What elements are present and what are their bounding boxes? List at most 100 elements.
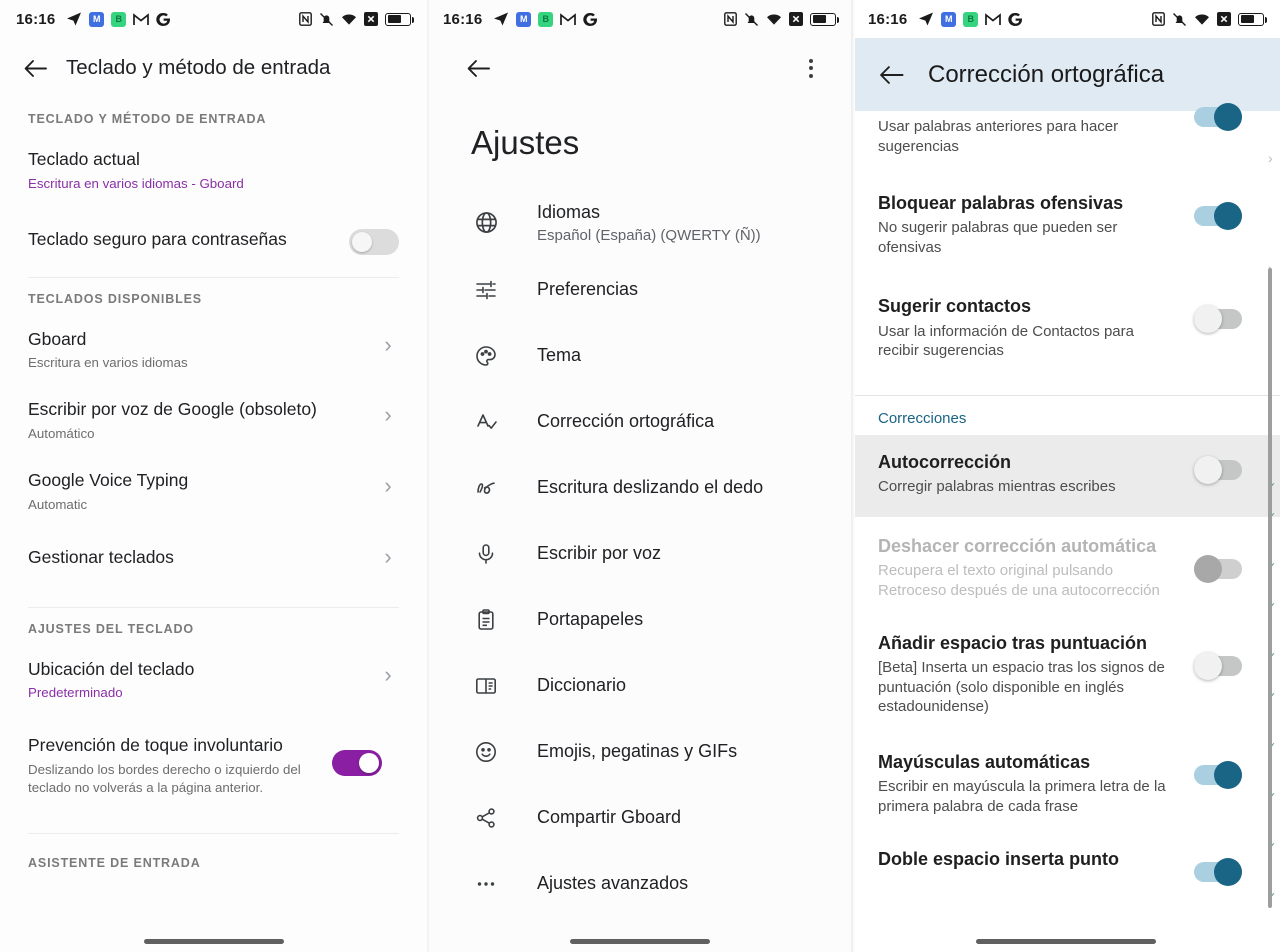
chevron-right-icon: › — [384, 402, 392, 428]
menu-item-label: Preferencias — [537, 279, 639, 300]
row-anadir-espacio-tras-puntuacion[interactable]: Añadir espacio tras puntuación [Beta] In… — [852, 616, 1280, 733]
gesture-nav-bar-1[interactable] — [0, 939, 427, 944]
menu-item-compartir-gboard[interactable]: Compartir Gboard — [427, 785, 852, 851]
palette-icon — [471, 341, 501, 371]
app-blue-icon: M — [941, 11, 957, 27]
row-subtitle: No sugerir palabras que pueden ser ofens… — [878, 219, 1118, 256]
row-google-voice-typing[interactable]: Google Voice Typing Automatic › — [0, 457, 427, 528]
app-blue-icon: M — [89, 11, 105, 27]
row-title: Gestionar teclados — [28, 546, 174, 567]
gmail-icon — [133, 12, 150, 26]
row-teclado-actual[interactable]: Teclado actual Escritura en varios idiom… — [0, 136, 427, 207]
menu-item-ajustes-avanzados[interactable]: Ajustes avanzados — [427, 851, 852, 917]
row-ubicacion-teclado[interactable]: Ubicación del teclado Predeterminado › — [0, 646, 427, 717]
category-correcciones: Correcciones — [878, 409, 967, 427]
mute-bell-icon — [319, 12, 334, 27]
menu-item-label: Corrección ortográfica — [537, 411, 715, 432]
status-bar-left-2: 16:16 M B — [443, 11, 598, 28]
status-time: 16:16 — [443, 10, 483, 28]
row-teclado-seguro[interactable]: Teclado seguro para contraseñas — [0, 207, 427, 269]
app-green-icon: B — [963, 11, 979, 27]
row-usar-palabras-anteriores[interactable]: Usar palabras anteriores para hacer suge… — [852, 103, 1280, 166]
row-title: Google Voice Typing — [28, 470, 189, 491]
row-autocorreccion[interactable]: Autocorrección Corregir palabras mientra… — [852, 434, 1280, 517]
toggle-doble-espacio[interactable] — [1194, 858, 1242, 887]
sliders-icon — [471, 275, 501, 305]
back-arrow-icon[interactable] — [461, 51, 495, 85]
app-green-icon: B — [111, 11, 127, 27]
menu-item-label: Emojis, pegatinas y GIFs — [537, 741, 738, 762]
app-bar-1: Teclado y método de entrada — [0, 38, 427, 98]
vertical-scrollbar[interactable] — [1268, 268, 1272, 908]
spellcheck-icon — [471, 407, 501, 437]
menu-item-subtitle: Español (España) (QWERTY (Ñ)) — [537, 226, 761, 244]
row-gboard[interactable]: Gboard Escritura en varios idiomas › — [0, 316, 427, 387]
panel-spell-correction: 16:16 M B Corrección ortográfica Usar pa… — [852, 0, 1280, 952]
toggle-mayusculas-automaticas[interactable] — [1194, 760, 1242, 789]
nfc-icon — [299, 12, 312, 26]
telegram-icon — [66, 11, 82, 27]
menu-item-idiomas[interactable]: Idiomas Español (España) (QWERTY (Ñ)) — [427, 188, 852, 257]
row-title: Gboard — [28, 328, 87, 349]
row-prevencion-toque[interactable]: Prevención de toque involuntario Desliza… — [0, 716, 427, 811]
battery-icon — [810, 12, 839, 26]
menu-item-correccion-ortografica[interactable]: Corrección ortográfica — [427, 389, 852, 455]
wifi-icon — [766, 13, 782, 26]
toggle-deshacer-correccion — [1194, 554, 1242, 583]
status-bar-right-1 — [299, 12, 414, 27]
nfc-icon — [1152, 12, 1165, 26]
menu-item-emojis[interactable]: Emojis, pegatinas y GIFs — [427, 719, 852, 785]
toggle-sugerir-contactos[interactable] — [1194, 305, 1242, 334]
telegram-icon — [493, 11, 509, 27]
overflow-menu-icon[interactable] — [796, 53, 826, 83]
chevron-right-icon: › — [384, 331, 392, 357]
row-gestionar-teclados[interactable]: Gestionar teclados › — [0, 528, 427, 583]
row-subtitle: Predeterminado — [28, 685, 123, 701]
row-title: Teclado seguro para contraseñas — [28, 229, 287, 250]
status-bar-right-3 — [1152, 12, 1267, 27]
toggle-bloquear-palabras-ofensivas[interactable] — [1194, 202, 1242, 230]
menu-item-escritura-deslizando[interactable]: Escritura deslizando el dedo — [427, 455, 852, 521]
back-arrow-icon[interactable] — [874, 58, 908, 92]
glide-typing-icon — [471, 473, 501, 503]
row-sugerir-contactos[interactable]: Sugerir contactos Usar la información de… — [852, 273, 1280, 376]
dictionary-icon — [471, 671, 501, 701]
row-title: Autocorrección — [878, 451, 1012, 472]
toggle-usar-palabras-anteriores[interactable] — [1194, 103, 1242, 131]
toggle-anadir-espacio[interactable] — [1194, 652, 1242, 681]
menu-item-label: Compartir Gboard — [537, 807, 682, 828]
status-bar-left-3: 16:16 M B — [868, 11, 1023, 28]
clipboard-icon — [471, 605, 501, 635]
chevron-right-icon: › — [384, 473, 392, 499]
nfc-icon — [724, 12, 737, 26]
panel-gboard-settings: 16:16 M B Ajustes Idiomas Español (Españ… — [427, 0, 852, 952]
globe-icon — [471, 207, 501, 237]
menu-item-tema[interactable]: Tema — [427, 323, 852, 389]
row-bloquear-palabras-ofensivas[interactable]: Bloquear palabras ofensivas No sugerir p… — [852, 166, 1280, 273]
menu-item-portapapeles[interactable]: Portapapeles — [427, 587, 852, 653]
chevron-right-icon: › — [384, 661, 392, 687]
row-title: Sugerir contactos — [878, 296, 1032, 317]
row-title: Deshacer corrección automática — [878, 535, 1157, 556]
section-header-keyboard: TECLADO Y MÉTODO DE ENTRADA — [28, 112, 267, 126]
menu-item-preferencias[interactable]: Preferencias — [427, 257, 852, 323]
row-voz-google-obsoleto[interactable]: Escribir por voz de Google (obsoleto) Au… — [0, 386, 427, 457]
row-title: Prevención de toque involuntario — [28, 735, 283, 756]
gesture-nav-bar-3[interactable] — [852, 939, 1280, 944]
section-header-keyboard-settings: AJUSTES DEL TECLADO — [28, 621, 194, 636]
row-mayusculas-automaticas[interactable]: Mayúsculas automáticas Escribir en mayús… — [852, 733, 1280, 832]
gesture-nav-bar-2[interactable] — [427, 939, 852, 944]
back-arrow-icon[interactable] — [18, 51, 52, 85]
menu-item-diccionario[interactable]: Diccionario — [427, 653, 852, 719]
toggle-autocorreccion[interactable] — [1194, 455, 1242, 484]
toggle-prevencion-toque[interactable] — [332, 750, 382, 777]
wifi-icon — [1194, 13, 1210, 26]
row-doble-espacio-inserta-punto[interactable]: Doble espacio inserta punto — [852, 832, 1280, 898]
status-bar-1: 16:16 M B — [0, 0, 427, 38]
menu-item-label: Ajustes avanzados — [537, 873, 689, 894]
app-blue-icon: M — [516, 11, 532, 27]
wifi-icon — [341, 13, 357, 26]
toggle-teclado-seguro[interactable] — [349, 228, 399, 255]
app-bar-3-container: Corrección ortográfica — [852, 38, 1280, 111]
menu-item-escribir-por-voz[interactable]: Escribir por voz — [427, 521, 852, 587]
